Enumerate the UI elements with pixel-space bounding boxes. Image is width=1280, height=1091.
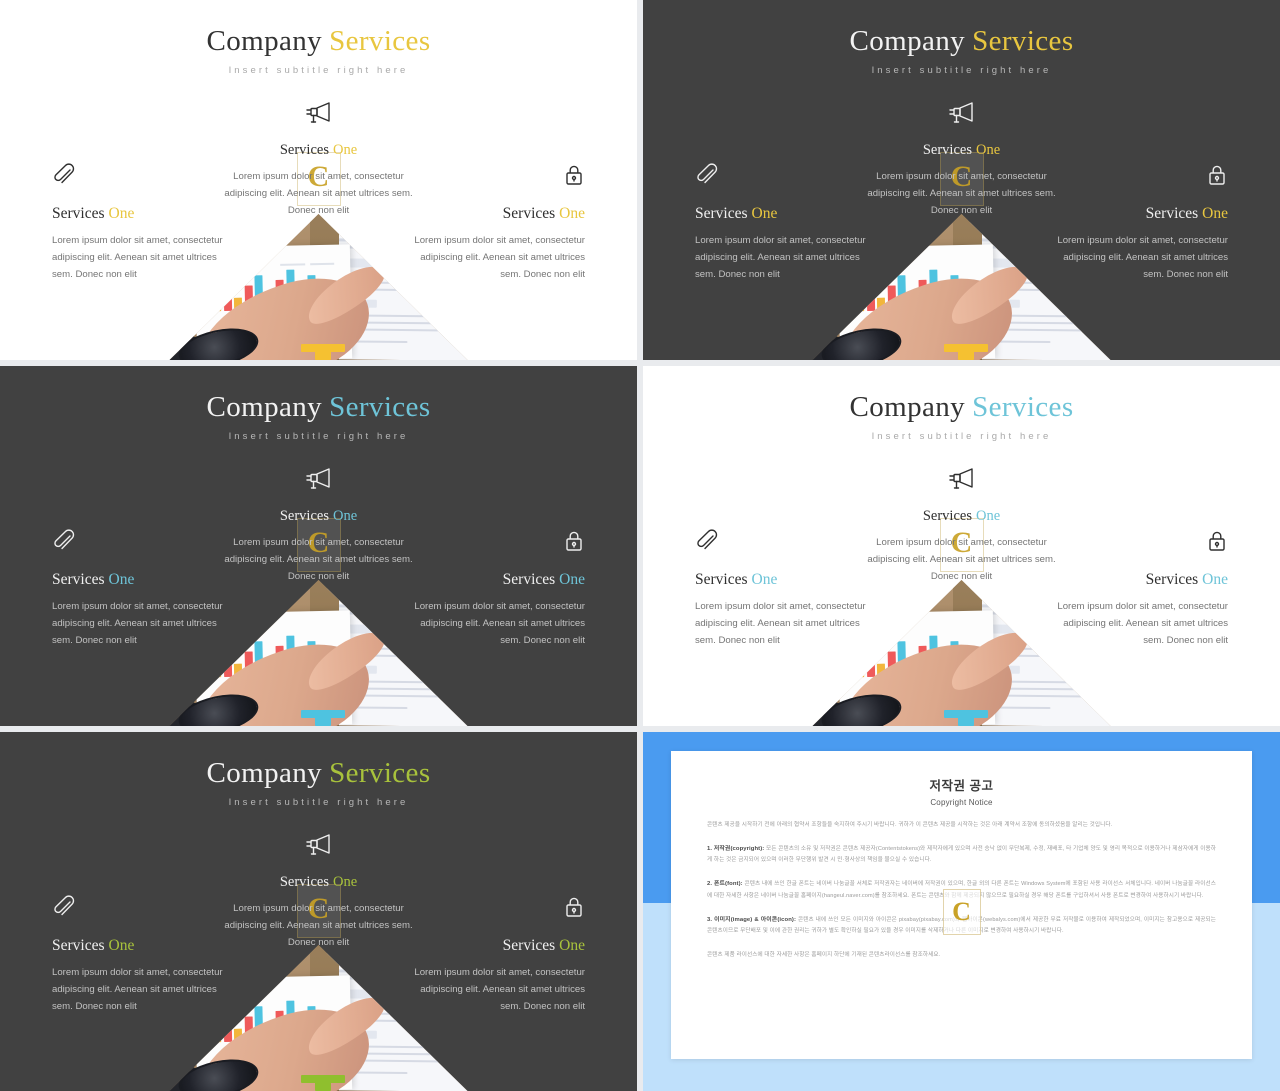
megaphone-icon: [857, 100, 1067, 130]
service-column-right[interactable]: Services One Lorem ipsum dolor sit amet, …: [399, 529, 585, 649]
title-word-services: Services: [329, 391, 431, 423]
lock-icon: [399, 895, 585, 925]
copyright-paragraph: 콘텐츠 제공을 시작하기 전에 아래의 협약서 조항들을 숙지하여 주시기 바랍…: [707, 822, 1113, 828]
page-title: Company Services: [643, 26, 1280, 56]
page-title: Company Services: [0, 758, 637, 788]
column-body: Lorem ipsum dolor sit amet, consectetur …: [695, 234, 866, 280]
title-word-company: Company: [206, 25, 323, 57]
megaphone-icon: [214, 466, 424, 496]
column-heading: Services One: [502, 205, 585, 222]
column-body: Lorem ipsum dolor sit amet, consectetur …: [52, 600, 223, 646]
column-body: Lorem ipsum dolor sit amet, consectetur …: [867, 536, 1056, 582]
slide-header: Company Services Insert subtitle right he…: [0, 392, 637, 443]
service-column-right[interactable]: Services One Lorem ipsum dolor sit amet, …: [1042, 529, 1228, 649]
service-column-right[interactable]: Services One Lorem ipsum dolor sit amet, …: [399, 163, 585, 283]
paperclip-icon: [52, 529, 238, 559]
copyright-paragraph: 콘텐츠 제품 라이선스에 대한 자세한 사항은 홈페이지 하단에 기재된 콘텐츠…: [707, 952, 941, 959]
service-column-right[interactable]: Services One Lorem ipsum dolor sit amet, …: [1042, 163, 1228, 283]
paperclip-icon: [695, 529, 881, 559]
column-heading: Services One: [1145, 571, 1228, 588]
slide-header: Company Services Insert subtitle right he…: [643, 392, 1280, 443]
column-body: Lorem ipsum dolor sit amet, consectetur …: [224, 536, 413, 582]
title-word-company: Company: [206, 391, 323, 423]
service-column-center[interactable]: Services One Lorem ipsum dolor sit amet, …: [214, 466, 424, 585]
lock-icon: [1042, 163, 1228, 193]
page-subtitle: Insert subtitle right here: [871, 65, 1052, 77]
slide-header: Company Services Insert subtitle right he…: [0, 758, 637, 809]
page-subtitle: Insert subtitle right here: [228, 797, 409, 809]
slide-header: Company Services Insert subtitle right he…: [643, 26, 1280, 77]
title-word-company: Company: [206, 757, 323, 789]
service-column-left[interactable]: Services One Lorem ipsum dolor sit amet, …: [52, 895, 238, 1015]
column-heading: Services One: [52, 571, 135, 588]
slide-header: Company Services Insert subtitle right he…: [0, 26, 637, 77]
column-body: Lorem ipsum dolor sit amet, consectetur …: [1057, 234, 1228, 280]
column-body: Lorem ipsum dolor sit amet, consectetur …: [52, 234, 223, 280]
column-heading: Services One: [279, 142, 358, 158]
service-column-center[interactable]: Services One Lorem ipsum dolor sit amet, …: [857, 466, 1067, 585]
megaphone-icon: [857, 466, 1067, 496]
copyright-heading: 저작권 공고 Copyright Notice: [707, 775, 1216, 807]
column-heading: Services One: [502, 571, 585, 588]
page-subtitle: Insert subtitle right here: [228, 65, 409, 77]
copyright-title-kr: 저작권 공고: [929, 779, 994, 793]
service-column-right[interactable]: Services One Lorem ipsum dolor sit amet, …: [399, 895, 585, 1015]
service-column-center[interactable]: Services One Lorem ipsum dolor sit amet, …: [857, 100, 1067, 219]
slide-1[interactable]: Company Services Insert subtitle right he…: [0, 0, 637, 360]
slide-deck-grid: Company Services Insert subtitle right he…: [0, 0, 1280, 1091]
column-heading: Services One: [279, 874, 358, 890]
column-heading: Services One: [52, 205, 135, 222]
service-column-left[interactable]: Services One Lorem ipsum dolor sit amet, …: [52, 163, 238, 283]
service-column-left[interactable]: Services One Lorem ipsum dolor sit amet, …: [695, 163, 881, 283]
paperclip-icon: [695, 163, 881, 193]
service-column-left[interactable]: Services One Lorem ipsum dolor sit amet, …: [695, 529, 881, 649]
paperclip-icon: [52, 163, 238, 193]
slide-2[interactable]: Company Services Insert subtitle right he…: [643, 0, 1280, 360]
title-word-services: Services: [972, 391, 1074, 423]
column-body: Lorem ipsum dolor sit amet, consectetur …: [52, 966, 223, 1012]
column-heading: Services One: [52, 937, 135, 954]
column-body: Lorem ipsum dolor sit amet, consectetur …: [867, 170, 1056, 216]
column-heading: Services One: [502, 937, 585, 954]
megaphone-icon: [214, 832, 424, 862]
paperclip-icon: [52, 895, 238, 925]
slide-5[interactable]: Company Services Insert subtitle right he…: [0, 732, 637, 1091]
lock-icon: [1042, 529, 1228, 559]
slide-3[interactable]: Company Services Insert subtitle right he…: [0, 366, 637, 726]
slide-6-copyright[interactable]: 저작권 공고 Copyright Notice 콘텐츠 제공을 시작하기 전에 …: [643, 732, 1280, 1091]
column-body: Lorem ipsum dolor sit amet, consectetur …: [414, 234, 585, 280]
service-column-center[interactable]: Services One Lorem ipsum dolor sit amet, …: [214, 100, 424, 219]
column-body: Lorem ipsum dolor sit amet, consectetur …: [695, 600, 866, 646]
title-word-services: Services: [329, 757, 431, 789]
service-column-center[interactable]: Services One Lorem ipsum dolor sit amet, …: [214, 832, 424, 951]
column-body: Lorem ipsum dolor sit amet, consectetur …: [414, 600, 585, 646]
page-title: Company Services: [0, 392, 637, 422]
page-title: Company Services: [0, 26, 637, 56]
column-heading: Services One: [922, 142, 1001, 158]
slide-4[interactable]: Company Services Insert subtitle right he…: [643, 366, 1280, 726]
megaphone-icon: [214, 100, 424, 130]
copyright-title-en: Copyright Notice: [930, 798, 993, 807]
title-word-company: Company: [849, 391, 966, 423]
copyright-paragraph: 1. 저작권(copyright): 모든 콘텐츠의 소유 및 저작권은 콘텐츠…: [707, 845, 1217, 864]
page-subtitle: Insert subtitle right here: [228, 431, 409, 443]
column-body: Lorem ipsum dolor sit amet, consectetur …: [414, 966, 585, 1012]
lock-icon: [399, 163, 585, 193]
page-title: Company Services: [643, 392, 1280, 422]
page-subtitle: Insert subtitle right here: [871, 431, 1052, 443]
lock-icon: [399, 529, 585, 559]
column-heading: Services One: [695, 571, 778, 588]
service-column-left[interactable]: Services One Lorem ipsum dolor sit amet, …: [52, 529, 238, 649]
column-heading: Services One: [279, 508, 358, 524]
column-body: Lorem ipsum dolor sit amet, consectetur …: [224, 170, 413, 216]
column-heading: Services One: [695, 205, 778, 222]
title-word-services: Services: [972, 25, 1074, 57]
title-word-company: Company: [849, 25, 966, 57]
watermark-logo: C: [942, 888, 981, 935]
column-body: Lorem ipsum dolor sit amet, consectetur …: [224, 902, 413, 948]
column-heading: Services One: [1145, 205, 1228, 222]
column-heading: Services One: [922, 508, 1001, 524]
column-body: Lorem ipsum dolor sit amet, consectetur …: [1057, 600, 1228, 646]
title-word-services: Services: [329, 25, 431, 57]
